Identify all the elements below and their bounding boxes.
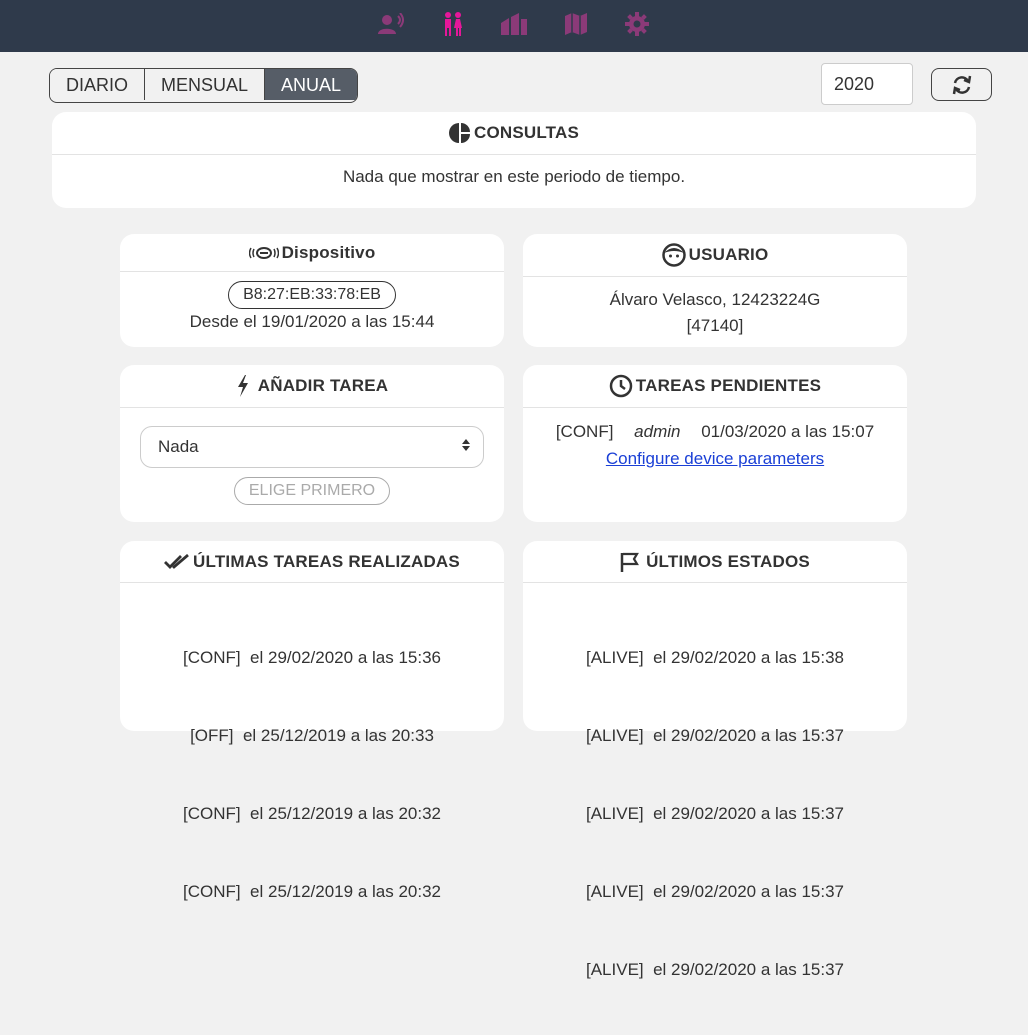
device-signal-icon bbox=[248, 246, 279, 259]
usuario-header: USUARIO bbox=[523, 234, 907, 277]
refresh-icon bbox=[952, 75, 971, 94]
refresh-button[interactable] bbox=[931, 68, 992, 101]
pending-task-type: [CONF] bbox=[555, 422, 614, 441]
consultas-card: CONSULTAS Nada que mostrar en este perio… bbox=[52, 112, 976, 208]
elige-primero-button[interactable]: ELIGE PRIMERO bbox=[233, 477, 391, 505]
user-voice-icon[interactable] bbox=[377, 10, 405, 38]
period-tabs: DIARIO MENSUAL ANUAL bbox=[49, 68, 359, 103]
list-item: [ALIVE] el 29/02/2020 a las 15:37 bbox=[585, 726, 845, 745]
tab-anual[interactable]: ANUAL bbox=[265, 69, 358, 100]
dispositivo-card: Dispositivo B8:27:EB:33:78:EB Desde el 1… bbox=[120, 234, 504, 347]
dispositivo-body: B8:27:EB:33:78:EB Desde el 19/01/2020 a … bbox=[120, 272, 504, 335]
dispositivo-header: Dispositivo bbox=[120, 234, 504, 272]
anadir-title: AÑADIR TAREA bbox=[257, 376, 389, 395]
list-item: [CONF] el 25/12/2019 a las 20:32 bbox=[183, 804, 441, 823]
usuario-name: Álvaro Velasco, 12423224G bbox=[609, 290, 821, 309]
estados-title: ÚLTIMOS ESTADOS bbox=[646, 551, 810, 571]
pendientes-header: TAREAS PENDIENTES bbox=[523, 365, 907, 408]
estados-list: [ALIVE] el 29/02/2020 a las 15:38 [ALIVE… bbox=[523, 583, 907, 1035]
list-item: [OFF] el 25/12/2019 a las 20:33 bbox=[190, 726, 434, 745]
realizadas-title: ÚLTIMAS TAREAS REALIZADAS bbox=[193, 551, 460, 571]
map-icon[interactable] bbox=[562, 10, 590, 38]
tab-diario[interactable]: DIARIO bbox=[50, 69, 146, 100]
chart-pie-icon bbox=[448, 123, 470, 143]
restroom-icon[interactable] bbox=[439, 10, 467, 38]
select-caret-icon bbox=[461, 427, 471, 467]
realizadas-list: [CONF] el 29/02/2020 a las 15:36 [OFF] e… bbox=[120, 583, 504, 957]
usuario-card: USUARIO Álvaro Velasco, 12423224G [47140… bbox=[523, 234, 907, 347]
dispositivo-since: Desde el 19/01/2020 a las 15:44 bbox=[189, 312, 435, 331]
consultas-message: Nada que mostrar en este periodo de tiem… bbox=[342, 167, 686, 186]
anadir-header: AÑADIR TAREA bbox=[120, 365, 504, 408]
clock-icon bbox=[609, 374, 633, 398]
pendientes-title: TAREAS PENDIENTES bbox=[635, 376, 822, 395]
bolt-icon bbox=[237, 375, 248, 397]
double-check-icon bbox=[164, 553, 189, 569]
list-item: [CONF] el 29/02/2020 a las 15:36 bbox=[183, 648, 441, 667]
realizadas-header: ÚLTIMAS TAREAS REALIZADAS bbox=[120, 541, 504, 583]
mac-badge: B8:27:EB:33:78:EB bbox=[228, 281, 396, 309]
usuario-title: USUARIO bbox=[688, 245, 769, 264]
dispositivo-title: Dispositivo bbox=[281, 242, 376, 262]
list-item: [ALIVE] el 29/02/2020 a las 15:38 bbox=[585, 648, 845, 667]
flag-icon bbox=[620, 552, 640, 572]
usuario-body: Álvaro Velasco, 12423224G [47140] bbox=[523, 277, 907, 339]
consultas-title: CONSULTAS bbox=[473, 123, 580, 142]
usuario-code: [47140] bbox=[686, 316, 744, 335]
estados-header: ÚLTIMOS ESTADOS bbox=[523, 541, 907, 583]
top-navbar bbox=[0, 0, 1028, 52]
gear-icon[interactable] bbox=[623, 10, 651, 38]
ultimos-estados-card: ÚLTIMOS ESTADOS [ALIVE] el 29/02/2020 a … bbox=[523, 541, 907, 979]
anadir-body: Nada ELIGE PRIMERO bbox=[120, 426, 504, 505]
pendientes-body: [CONF] admin 01/03/2020 a las 15:07 Conf… bbox=[523, 408, 907, 472]
anadir-tarea-card: AÑADIR TAREA Nada ELIGE PRIMERO bbox=[120, 365, 504, 522]
list-item: [ALIVE] el 29/02/2020 a las 15:37 bbox=[585, 882, 845, 901]
building-icon[interactable] bbox=[500, 10, 528, 38]
tab-mensual[interactable]: MENSUAL bbox=[145, 69, 266, 100]
year-input[interactable] bbox=[821, 63, 913, 105]
task-select-value: Nada bbox=[158, 437, 199, 456]
tareas-pendientes-card: TAREAS PENDIENTES [CONF] admin 01/03/202… bbox=[523, 365, 907, 522]
face-icon bbox=[661, 243, 686, 267]
consultas-header: CONSULTAS bbox=[52, 112, 976, 155]
list-item: [ALIVE] el 29/02/2020 a las 15:37 bbox=[585, 960, 845, 979]
pending-task-row: [CONF] admin 01/03/2020 a las 15:07 bbox=[523, 419, 907, 445]
list-item: [CONF] el 25/12/2019 a las 20:32 bbox=[183, 882, 441, 901]
pending-task-date: 01/03/2020 a las 15:07 bbox=[701, 422, 875, 441]
configure-device-link[interactable]: Configure device parameters bbox=[606, 449, 824, 468]
pending-task-user: admin bbox=[634, 422, 681, 441]
ultimas-tareas-card: ÚLTIMAS TAREAS REALIZADAS [CONF] el 29/0… bbox=[120, 541, 504, 901]
task-select[interactable]: Nada bbox=[140, 426, 484, 468]
list-item: [ALIVE] el 29/02/2020 a las 15:37 bbox=[585, 804, 845, 823]
